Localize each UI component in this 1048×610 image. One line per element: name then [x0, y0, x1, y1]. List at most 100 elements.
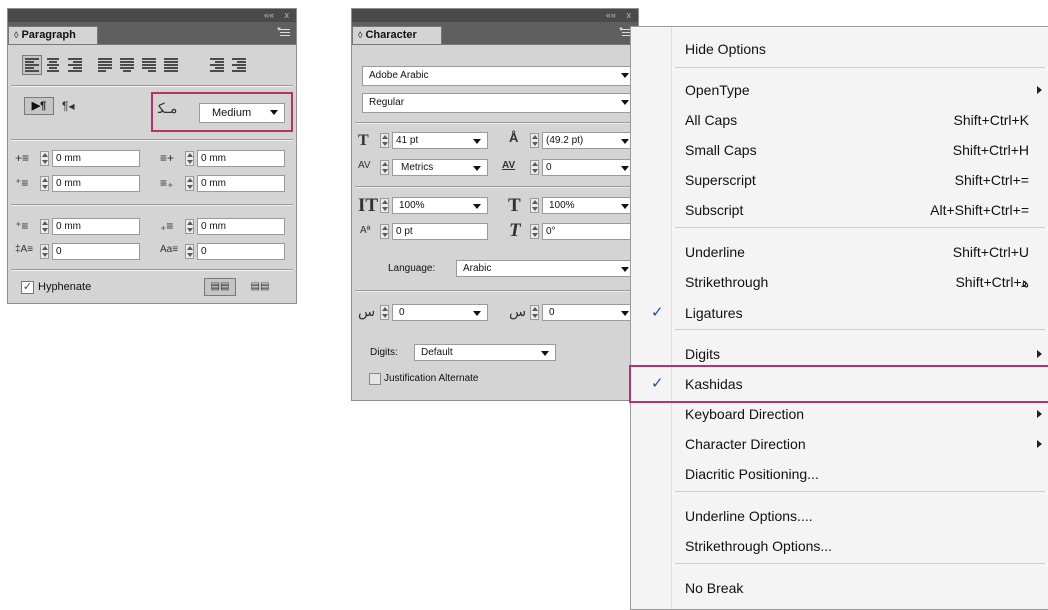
align-left-button[interactable] — [22, 55, 42, 75]
menu-item-hide-options[interactable]: Hide Options — [631, 34, 1048, 64]
leading-stepper[interactable] — [530, 133, 539, 148]
menu-item-no-break[interactable]: No Break — [631, 573, 1048, 603]
diacritic-x-stepper[interactable] — [380, 305, 389, 320]
menu-item-opentype[interactable]: OpenType — [631, 75, 1048, 105]
baseline-shift-stepper[interactable] — [380, 224, 389, 239]
menu-item-underline[interactable]: Underline Shift+Ctrl+U — [631, 237, 1048, 267]
space-after-stepper[interactable] — [185, 219, 194, 234]
paragraph-direction-rtl-button[interactable]: ▶¶ — [24, 97, 54, 115]
tracking-stepper[interactable] — [530, 160, 539, 175]
menu-item-subscript[interactable]: Subscript Alt+Shift+Ctrl+= — [631, 195, 1048, 225]
font-size-value: 41 pt — [396, 135, 419, 146]
space-before-stepper[interactable] — [40, 219, 49, 234]
menu-item-shortcut: Shift+Ctrl+K — [953, 112, 1029, 128]
diacritic-y-select[interactable]: 0 — [542, 304, 636, 321]
close-panel-icon[interactable]: x — [285, 9, 290, 22]
menu-item-superscript[interactable]: Superscript Shift+Ctrl+= — [631, 165, 1048, 195]
first-line-indent-stepper[interactable] — [40, 176, 49, 191]
digits-value: Default — [421, 347, 453, 358]
menu-item-ligatures[interactable]: ✓ Ligatures — [631, 298, 1048, 328]
align-toward-spine-button[interactable] — [210, 57, 226, 73]
diacritic-y-offset-icon: ﺱ — [509, 303, 527, 319]
paragraph-direction-ltr-button[interactable]: ¶◂ — [62, 97, 92, 115]
close-panel-icon[interactable]: x — [627, 9, 632, 22]
space-after-field[interactable]: 0 mm — [197, 218, 285, 235]
justify-left-button[interactable] — [98, 57, 114, 73]
kerning-value: Metrics — [401, 162, 434, 173]
drop-cap-lines-field[interactable]: 0 — [52, 243, 140, 260]
diacritic-y-stepper[interactable] — [530, 305, 539, 320]
panel-title-bar: «« x — [8, 9, 296, 22]
right-indent-field[interactable]: 0 mm — [197, 150, 285, 167]
tab-row: ◊ Character ▼ — [352, 22, 638, 45]
skew-value: 0° — [546, 226, 556, 237]
align-away-from-spine-button[interactable] — [232, 57, 248, 73]
font-size-icon: T — [358, 132, 369, 149]
justification-alternate-label: Justification Alternate — [384, 373, 479, 384]
space-before-field[interactable]: 0 mm — [52, 218, 140, 235]
font-size-select[interactable]: 41 pt — [392, 132, 488, 149]
menu-item-strikethrough[interactable]: Strikethrough Shift+Ctrl+ﻫ — [631, 267, 1048, 297]
menu-item-diacritic-positioning[interactable]: Diacritic Positioning... — [631, 459, 1048, 489]
menu-item-strikethrough-options[interactable]: Strikethrough Options... — [631, 531, 1048, 561]
diacritic-x-select[interactable]: 0 — [392, 304, 488, 321]
kerning-select[interactable]: Metrics — [392, 159, 488, 176]
language-select[interactable]: Arabic — [456, 260, 636, 277]
single-line-composer-button[interactable]: ▤▤ — [204, 278, 236, 296]
leading-select[interactable]: (49.2 pt) — [542, 132, 636, 149]
kashida-select[interactable]: Medium — [199, 103, 285, 123]
drop-cap-chars-stepper[interactable] — [185, 244, 194, 259]
menu-item-underline-options[interactable]: Underline Options.... — [631, 501, 1048, 531]
baseline-shift-field[interactable]: 0 pt — [392, 223, 488, 240]
menu-item-label: Superscript — [685, 172, 756, 188]
vertical-scale-select[interactable]: 100% — [392, 197, 488, 214]
tab-character[interactable]: ◊ Character — [352, 26, 442, 44]
justify-center-button[interactable] — [120, 57, 136, 73]
kashidas-highlight — [629, 365, 1048, 403]
left-indent-value: 0 mm — [56, 153, 81, 164]
left-indent-field[interactable]: 0 mm — [52, 150, 140, 167]
align-center-button[interactable] — [46, 57, 62, 73]
last-line-indent-field[interactable]: 0 mm — [197, 175, 285, 192]
first-line-indent-field[interactable]: 0 mm — [52, 175, 140, 192]
skew-stepper[interactable] — [530, 224, 539, 239]
menu-item-small-caps[interactable]: Small Caps Shift+Ctrl+H — [631, 135, 1048, 165]
drop-cap-lines-icon: ‡A≡ — [15, 244, 34, 255]
menu-item-label: Ligatures — [685, 305, 743, 321]
tab-row: ◊ Paragraph ▼ — [8, 22, 296, 45]
tracking-select[interactable]: 0 — [542, 159, 636, 176]
collapse-panel-icon[interactable]: «« — [606, 9, 616, 22]
drop-cap-chars-icon: Aa≡ — [160, 244, 179, 255]
font-style-select[interactable]: Regular — [362, 93, 636, 113]
font-family-select[interactable]: Adobe Arabic — [362, 66, 636, 86]
leading-value: (49.2 pt) — [546, 135, 584, 146]
menu-item-character-direction[interactable]: Character Direction — [631, 429, 1048, 459]
left-indent-stepper[interactable] — [40, 151, 49, 166]
drop-cap-chars-field[interactable]: 0 — [197, 243, 285, 260]
menu-item-all-caps[interactable]: All Caps Shift+Ctrl+K — [631, 105, 1048, 135]
paragraph-composer-button[interactable]: ▤▤ — [244, 278, 276, 296]
font-size-stepper[interactable] — [380, 133, 389, 148]
digits-select[interactable]: Default — [414, 344, 556, 361]
right-indent-stepper[interactable] — [185, 151, 194, 166]
baseline-shift-icon: Aª — [360, 225, 371, 236]
vertical-scale-stepper[interactable] — [380, 198, 389, 213]
panel-menu-icon[interactable]: ▼ — [276, 25, 292, 41]
skew-field[interactable]: 0° — [542, 223, 636, 240]
menu-item-keyboard-direction[interactable]: Keyboard Direction — [631, 399, 1048, 429]
horizontal-scale-stepper[interactable] — [530, 198, 539, 213]
horizontal-scale-select[interactable]: 100% — [542, 197, 636, 214]
justification-alternate-checkbox[interactable] — [369, 373, 381, 385]
vertical-scale-value: 100% — [399, 200, 425, 211]
last-line-indent-stepper[interactable] — [185, 176, 194, 191]
space-after-value: 0 mm — [201, 221, 226, 232]
collapse-panel-icon[interactable]: «« — [264, 9, 274, 22]
justify-right-button[interactable] — [142, 57, 158, 73]
tab-paragraph[interactable]: ◊ Paragraph — [8, 26, 98, 44]
justify-all-button[interactable] — [164, 57, 180, 73]
hyphenate-checkbox[interactable]: ✓ — [21, 281, 34, 294]
align-right-button[interactable] — [68, 57, 84, 73]
drop-cap-lines-stepper[interactable] — [40, 244, 49, 259]
language-label: Language: — [388, 263, 436, 274]
kerning-stepper[interactable] — [380, 160, 389, 175]
